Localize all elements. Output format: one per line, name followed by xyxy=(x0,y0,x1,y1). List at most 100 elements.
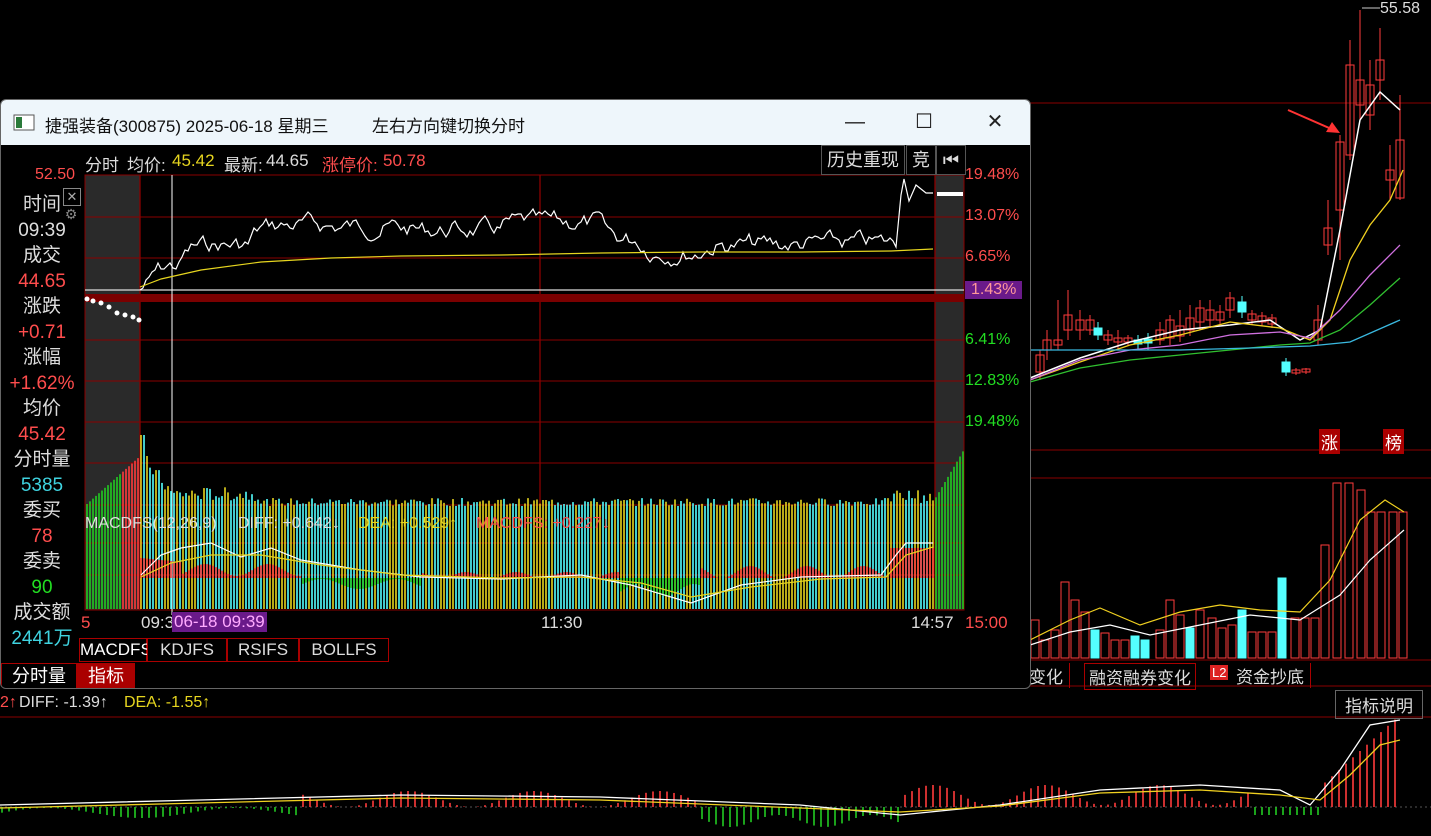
time-start: 09:3 xyxy=(141,613,175,632)
tab-kdjfs[interactable]: KDJFS xyxy=(147,638,227,662)
limit-label: 涨停价: xyxy=(322,156,378,175)
ma-line xyxy=(0,719,1401,816)
volume-bar xyxy=(1070,599,1080,659)
info-value: 78 xyxy=(31,525,53,547)
auction-dot xyxy=(122,312,128,318)
info-value: +0.71 xyxy=(17,321,67,343)
latest-value: 44.65 xyxy=(266,151,309,170)
auction-dot xyxy=(136,317,142,323)
ma-line xyxy=(1029,90,1401,379)
ma-line xyxy=(1029,529,1405,646)
bg-macd-dea: DEA: -1.55↑ xyxy=(124,694,211,711)
app-window-icon xyxy=(13,114,35,131)
volume-bar xyxy=(1120,639,1130,659)
axis-label: 13.07% xyxy=(965,207,1020,224)
tab-bollfs[interactable]: BOLLFS xyxy=(299,638,389,662)
volume-bar xyxy=(1165,599,1175,659)
volume-bar xyxy=(1320,544,1330,659)
info-value: 09:39 xyxy=(18,219,66,241)
volume-bar xyxy=(1195,609,1205,659)
minimize-button[interactable]: — xyxy=(837,108,873,136)
window-title: 捷强装备(300875) 2025-06-18 星期三 xyxy=(45,117,329,136)
tab-volume[interactable]: 分时量 xyxy=(1,663,77,688)
info-label: 委卖 xyxy=(22,551,61,572)
macd-dea: DEA: +0.529↑ xyxy=(358,515,458,532)
auction-dot xyxy=(84,296,90,302)
volume-bar xyxy=(1155,629,1165,659)
volume-bar xyxy=(1247,631,1257,659)
limit-value: 50.78 xyxy=(383,151,426,170)
volume-bar xyxy=(1257,631,1267,659)
info-label: 成交额 xyxy=(13,602,71,623)
info-label: 委买 xyxy=(22,500,61,521)
avg-line xyxy=(139,248,934,288)
top-price-label: 52.50 xyxy=(35,166,76,183)
tab-rsifs[interactable]: RSIFS xyxy=(227,638,299,662)
bg-l2-badge: L2 xyxy=(1210,665,1229,680)
auction-dot xyxy=(130,314,136,320)
macd-label: MACDFS(12,26,9) xyxy=(85,515,217,532)
volume-bar xyxy=(1388,511,1398,659)
volume-bar xyxy=(1267,631,1277,659)
mode-label: 分时 xyxy=(85,156,119,175)
bg-bang-badge: 榜 xyxy=(1383,429,1404,454)
close-button[interactable]: ✕ xyxy=(977,108,1013,136)
bg-tab-change[interactable]: 变化 xyxy=(1029,663,1070,688)
candle-body xyxy=(1093,327,1103,336)
volume-bar xyxy=(1050,629,1060,659)
volume-bar xyxy=(1100,632,1110,659)
history-replay-button[interactable]: 历史重现 xyxy=(821,145,905,175)
cursor-time-label: 06-18 09:39 xyxy=(172,612,267,632)
volume-bar xyxy=(1290,617,1300,659)
info-label: 分时量 xyxy=(13,449,71,470)
volume-bar xyxy=(1140,639,1150,659)
bg-tab-margin[interactable]: 融资融券变化 xyxy=(1084,663,1196,690)
time-end2: 15:00 xyxy=(965,613,1008,632)
latest-label: 最新: xyxy=(224,156,263,175)
volume-bar xyxy=(1060,581,1070,659)
time-mid: 11:30 xyxy=(541,613,583,632)
volume-bar xyxy=(1366,511,1376,659)
info-value: 2441万 xyxy=(11,627,73,649)
window-titlebar[interactable]: 捷强装备(300875) 2025-06-18 星期三 左右方向键切换分时 — … xyxy=(1,100,1030,145)
bg-zhang-badge: 涨 xyxy=(1319,429,1340,454)
indicator-help-button[interactable]: 指标说明 xyxy=(1335,690,1423,719)
avg-value: 45.42 xyxy=(172,151,215,170)
avg-label: 均价: xyxy=(127,156,166,175)
info-value: 45.42 xyxy=(18,423,66,445)
time-left-edge: 5 xyxy=(81,613,91,632)
info-value: 5385 xyxy=(20,474,64,496)
info-value: 44.65 xyxy=(18,270,66,292)
volume-bar xyxy=(1344,482,1354,659)
volume-bar xyxy=(1090,629,1100,659)
intraday-popup-window: 捷强装备(300875) 2025-06-18 星期三 左右方向键切换分时 — … xyxy=(0,99,1031,689)
info-label: 成交 xyxy=(22,245,61,266)
maximize-button[interactable]: ☐ xyxy=(906,108,942,136)
volume-bar xyxy=(1227,624,1237,659)
candle-body xyxy=(1281,361,1291,373)
bg-tab-fund-bottom[interactable]: 资金抄底 xyxy=(1236,663,1311,688)
axis-label: 1.43% xyxy=(965,281,1023,299)
prev-close-band xyxy=(85,294,964,302)
volume-bar xyxy=(1110,639,1120,659)
volume-bar xyxy=(1207,617,1217,659)
back-to-start-button[interactable]: ⏮ xyxy=(936,145,966,175)
info-label: 涨跌 xyxy=(22,296,61,317)
axis-label: 19.48% xyxy=(965,413,1020,430)
window-hint: 左右方向键切换分时 xyxy=(372,117,525,136)
tab-macdfs[interactable]: MACDFS xyxy=(79,638,152,662)
axis-label: 19.48% xyxy=(965,166,1020,183)
price-line xyxy=(139,178,933,291)
volume-bar xyxy=(1376,511,1386,659)
tab-indicator[interactable]: 指标 xyxy=(77,663,135,688)
auction-button[interactable]: 竞 xyxy=(906,145,936,175)
volume-bar xyxy=(1185,627,1195,659)
volume-bar xyxy=(1130,635,1140,659)
macd-value: MACDFS: +0.227↓ xyxy=(476,515,610,532)
axis-label: 6.41% xyxy=(965,331,1011,348)
volume-bar xyxy=(1310,617,1320,659)
info-value: 90 xyxy=(31,576,53,598)
intraday-chart[interactable] xyxy=(1,145,1030,688)
auction-dot xyxy=(106,304,112,310)
volume-bar xyxy=(1175,614,1185,659)
